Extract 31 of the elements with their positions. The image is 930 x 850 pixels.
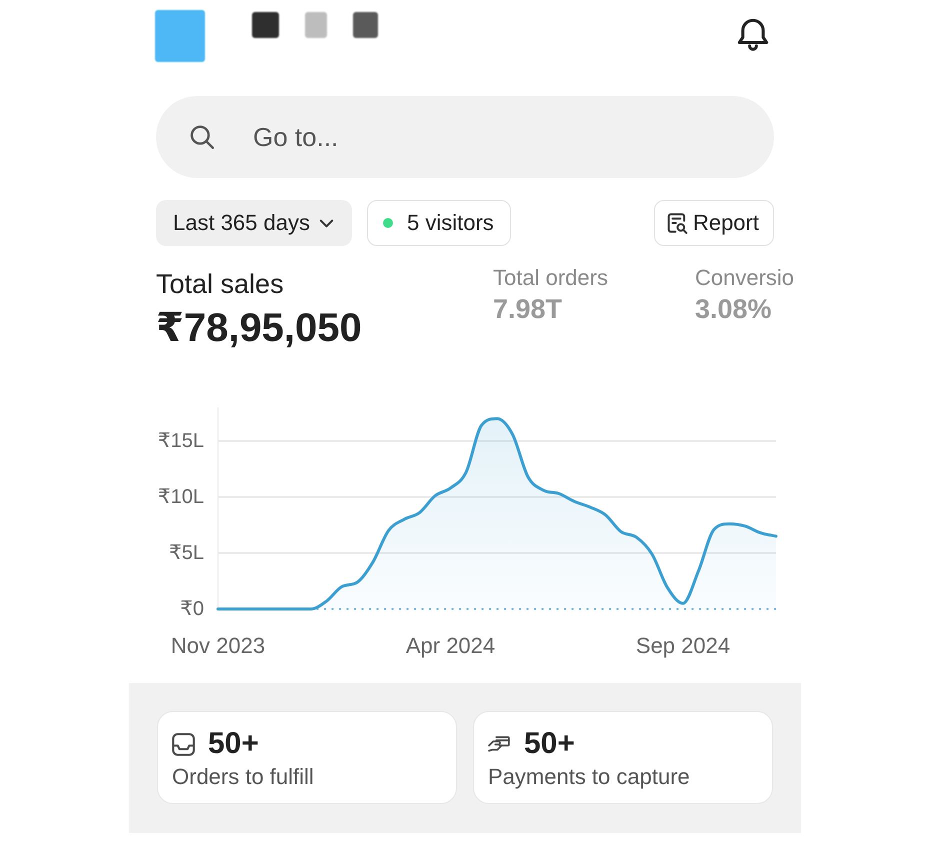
task-label: Payments to capture: [488, 764, 691, 790]
logo-placeholder: [155, 10, 205, 62]
document-search-icon: [666, 212, 688, 234]
search-field[interactable]: Go to...: [156, 96, 774, 178]
task-count: 50+: [524, 729, 575, 759]
inbox-icon: [172, 732, 195, 756]
stat-label: Total orders: [493, 265, 609, 291]
stat-label: Total sales: [156, 268, 285, 300]
status-dot-icon: [382, 218, 393, 228]
bell-icon[interactable]: [736, 17, 770, 51]
x-axis-label: Apr 2024: [406, 633, 496, 658]
square-icon[interactable]: [252, 12, 279, 38]
stat-value: 7.98T: [493, 293, 564, 325]
y-axis-label: ₹0: [180, 598, 204, 620]
task-count: 50+: [208, 729, 259, 759]
report-button[interactable]: Report: [654, 200, 774, 246]
square-icon[interactable]: [353, 12, 378, 38]
task-label: Orders to fulfill: [172, 764, 315, 790]
period-dropdown[interactable]: Last 365 days: [156, 200, 352, 246]
visitors-button[interactable]: 5 visitors: [366, 200, 511, 246]
task-card[interactable]: 50+ Orders to fulfill: [157, 711, 457, 804]
x-axis-label: Nov 2023: [170, 633, 266, 658]
y-axis-label: ₹10L: [158, 486, 204, 508]
y-axis-label: ₹5L: [169, 542, 204, 564]
search-icon: [190, 125, 214, 149]
x-axis-label: Sep 2024: [636, 633, 730, 658]
stat-value: 3.08%: [695, 293, 773, 325]
stat-label: Conversio: [695, 265, 794, 291]
task-card[interactable]: 50+ Payments to capture: [473, 711, 773, 804]
y-axis-label: ₹15L: [158, 430, 204, 452]
stat-value: ₹78,95,050: [156, 305, 363, 351]
